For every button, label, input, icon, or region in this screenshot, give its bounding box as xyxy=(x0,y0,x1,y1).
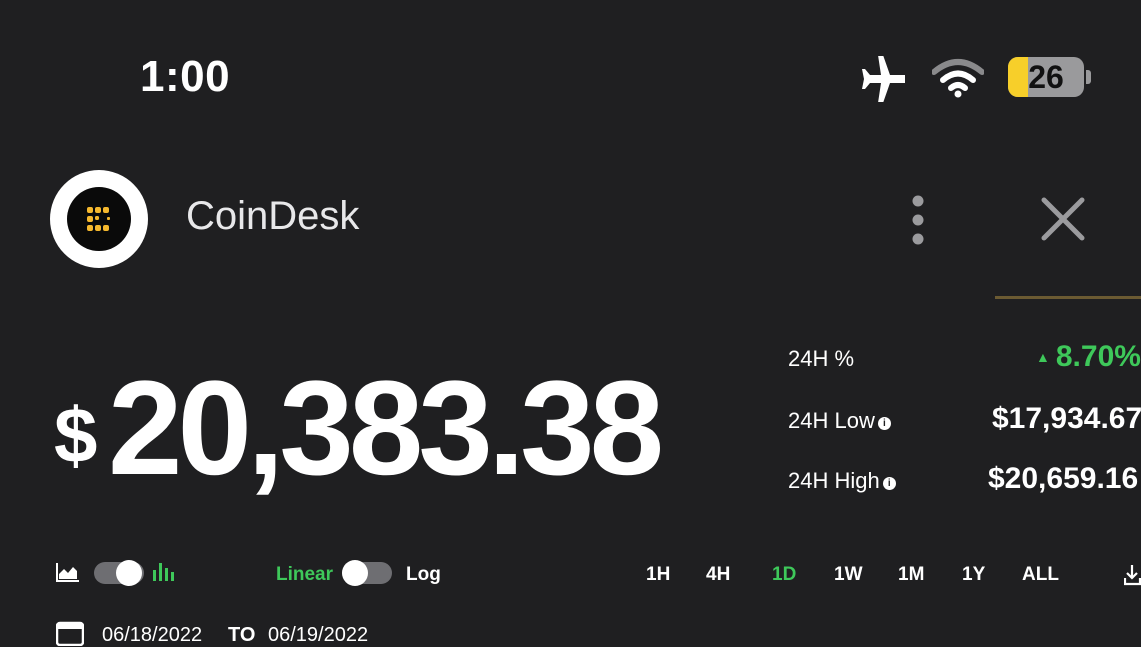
high-label: 24H High xyxy=(788,468,880,493)
scale-toggle[interactable] xyxy=(342,560,392,586)
date-separator: TO xyxy=(228,624,256,646)
range-1m[interactable]: 1M xyxy=(898,564,924,586)
battery-level: 26 xyxy=(1028,59,1064,95)
header-divider xyxy=(995,296,1141,299)
change-label: 24H % xyxy=(788,346,855,371)
range-1h[interactable]: 1H xyxy=(646,564,670,586)
linear-scale-label[interactable]: Linear xyxy=(276,564,333,586)
coindesk-logo[interactable] xyxy=(50,170,148,268)
wifi-icon xyxy=(932,59,984,98)
log-scale-label[interactable]: Log xyxy=(406,564,441,586)
battery-nub xyxy=(1086,70,1091,84)
more-options-icon[interactable] xyxy=(904,194,932,246)
date-from[interactable]: 06/18/2022 xyxy=(102,624,202,647)
coindesk-logo-icon xyxy=(87,207,110,231)
change-value-wrap: ▲ 8.70% xyxy=(1036,340,1141,374)
date-to[interactable]: 06/19/2022 xyxy=(268,624,368,647)
change-value: 8.70% xyxy=(1055,340,1141,373)
low-value: $17,934.67 xyxy=(992,402,1141,435)
btc-price: 20,383.38 xyxy=(108,354,664,503)
high-label-wrap: 24H High i xyxy=(788,468,896,494)
low-label-wrap: 24H Low i xyxy=(788,408,891,434)
range-1w[interactable]: 1W xyxy=(834,564,863,586)
close-icon[interactable] xyxy=(1036,192,1090,246)
calendar-icon[interactable] xyxy=(56,620,84,646)
info-icon[interactable]: i xyxy=(882,477,896,490)
info-icon[interactable]: i xyxy=(877,417,891,430)
range-1y[interactable]: 1Y xyxy=(962,564,985,586)
range-all[interactable]: ALL xyxy=(1022,564,1059,586)
up-arrow-icon: ▲ xyxy=(1036,349,1050,365)
low-label: 24H Low xyxy=(788,408,875,433)
site-title: CoinDesk xyxy=(186,194,360,238)
status-time: 1:00 xyxy=(140,52,231,101)
range-4h[interactable]: 4H xyxy=(706,564,730,586)
high-value: $20,659.16 xyxy=(988,462,1139,495)
candle-chart-icon[interactable] xyxy=(152,562,174,582)
chart-type-toggle[interactable] xyxy=(94,560,144,586)
download-icon[interactable] xyxy=(1124,564,1141,586)
battery-icon: 26 xyxy=(1008,57,1084,97)
airplane-mode-icon xyxy=(862,56,905,102)
area-chart-icon[interactable] xyxy=(56,562,80,582)
range-1d[interactable]: 1D xyxy=(772,564,796,586)
currency-symbol: $ xyxy=(54,391,98,479)
